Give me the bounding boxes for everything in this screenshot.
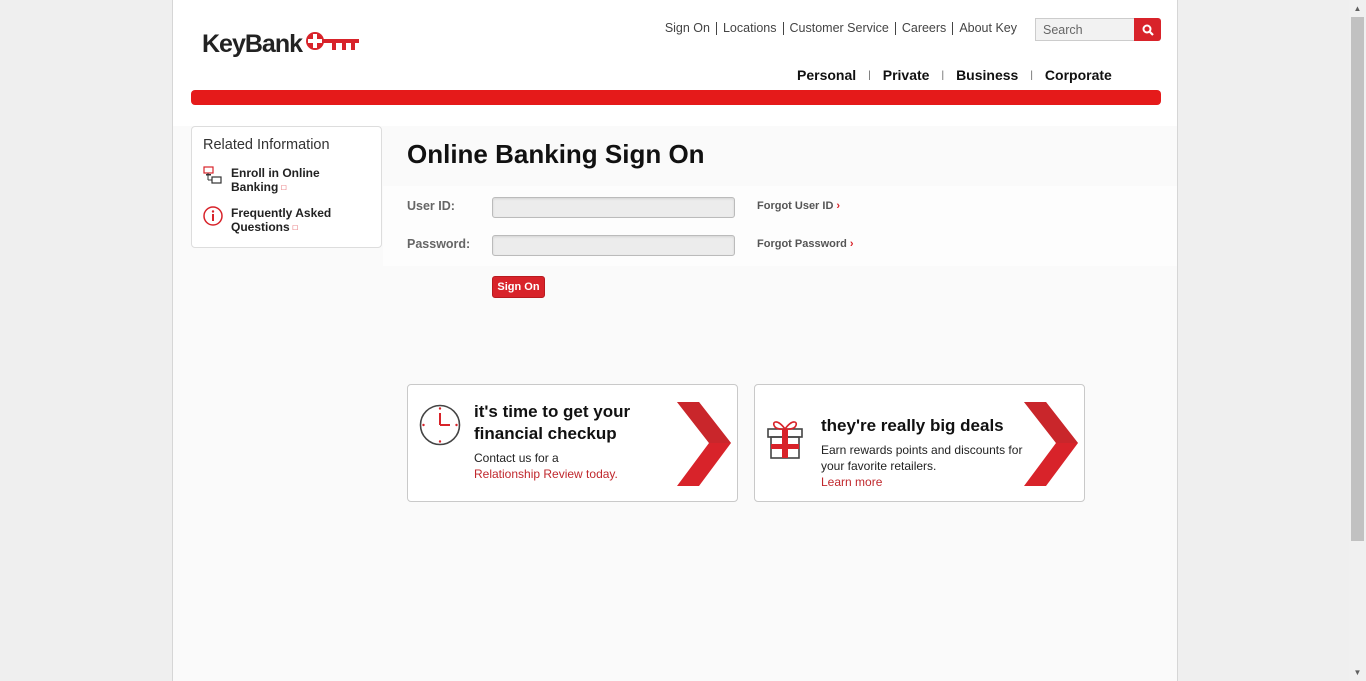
related-information-panel: Related Information Enroll in Online Ban… [191,126,382,248]
utility-link-sign-on[interactable]: Sign On [659,22,716,35]
forgot-userid-link[interactable]: Forgot User ID › [757,200,840,212]
utility-link-careers[interactable]: Careers [894,22,952,35]
sign-on-button[interactable]: Sign On [492,276,545,298]
promo-big-deals[interactable]: they're really big deals Earn rewards po… [754,384,1085,502]
nav-personal[interactable]: Personal [787,67,866,83]
utility-link-about-key[interactable]: About Key [952,22,1023,35]
external-link-icon: □ [281,182,287,192]
external-link-icon: □ [292,222,298,232]
keybank-logo[interactable]: KeyBank [202,30,360,59]
chevron-right-icon[interactable] [677,402,731,486]
info-icon [203,206,225,235]
logo-text: KeyBank [202,30,303,58]
promo-link-learn-more[interactable]: Learn more [821,475,882,489]
chevron-right-icon[interactable] [1024,402,1078,486]
search-button[interactable] [1134,18,1161,41]
password-label: Password: [407,237,471,251]
forgot-password-link[interactable]: Forgot Password › [757,238,854,250]
utility-link-locations[interactable]: Locations [715,22,783,35]
promo-link-relationship-review[interactable]: Relationship Review today. [474,467,618,481]
promo-text: Earn rewards points and discounts for yo… [821,443,1023,489]
utility-link-customer-service[interactable]: Customer Service [782,22,895,35]
userid-input[interactable] [492,197,735,218]
related-item-enroll[interactable]: Enroll in Online Banking □ [203,166,341,195]
utility-nav: Sign On Locations Customer Service Caree… [659,22,1023,35]
header-red-bar [191,90,1161,105]
main-nav: Personal | Private | Business | Corporat… [787,67,1122,83]
header [173,0,1177,126]
chevron-right-icon: › [836,200,841,212]
related-item-faq[interactable]: Frequently Asked Questions □ [203,206,341,235]
clock-icon [419,404,461,446]
promo-heading: it's time to get your financial checkup [474,402,631,443]
page-container: KeyBank Sign On Locations Customer Servi… [172,0,1178,681]
promo-text: Contact us for a Relationship Review tod… [474,451,618,481]
nav-private[interactable]: Private [873,67,940,83]
search-icon [1142,24,1154,36]
password-input[interactable] [492,235,735,256]
related-title: Related Information [203,137,330,153]
computers-icon [203,166,225,195]
search-box [1035,18,1161,41]
scroll-up-icon[interactable]: ▲ [1349,0,1366,17]
key-logo-icon [306,31,359,50]
promo-heading: they're really big deals [821,416,1004,435]
nav-separator: | [868,69,871,81]
scrollbar-thumb[interactable] [1351,17,1364,541]
chevron-right-icon: › [849,238,854,250]
vertical-scrollbar[interactable]: ▲ ▼ [1349,0,1366,681]
related-item-label: Enroll in Online Banking □ [231,166,320,194]
userid-label: User ID: [407,199,455,213]
nav-business[interactable]: Business [946,67,1028,83]
page-title: Online Banking Sign On [407,139,705,169]
nav-corporate[interactable]: Corporate [1035,67,1122,83]
promo-financial-checkup[interactable]: it's time to get your financial checkup … [407,384,738,502]
gift-icon [767,421,803,459]
search-input[interactable] [1035,18,1134,41]
nav-separator: | [1030,69,1033,81]
scroll-down-icon[interactable]: ▼ [1349,664,1366,681]
related-item-label: Frequently Asked Questions □ [231,206,332,234]
nav-separator: | [941,69,945,81]
